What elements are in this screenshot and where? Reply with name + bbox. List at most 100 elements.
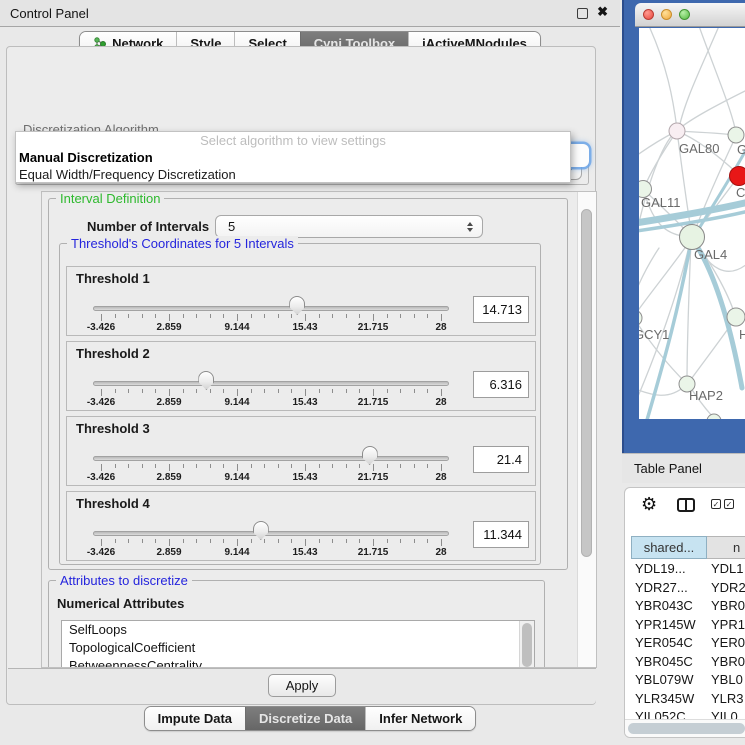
node-label: GAL11: [641, 195, 681, 210]
node-label: GAL4: [694, 247, 727, 262]
column-header-shared[interactable]: shared...: [631, 536, 707, 559]
node-label: HAP2: [689, 388, 723, 403]
threshold-label: Threshold 1: [76, 271, 150, 286]
attributes-group-title: Attributes to discretize: [56, 573, 192, 588]
interval-definition-group: Interval Definition Number of Intervals …: [48, 198, 568, 570]
threshold-label: Threshold 3: [76, 421, 150, 436]
network-svg: GAL80GCGAL11GAL4GCY1HHAP2: [639, 28, 745, 419]
network-edge[interactable]: [649, 28, 677, 129]
node-label: C: [736, 185, 745, 200]
numerical-attributes-label: Numerical Attributes: [57, 596, 184, 611]
settings-scrollbar[interactable]: [577, 192, 596, 667]
node-gal4[interactable]: [680, 225, 705, 250]
list-scrollbar[interactable]: [519, 621, 534, 668]
number-of-intervals-value: 5: [216, 219, 467, 234]
network-edge[interactable]: [679, 28, 719, 128]
slider-handle[interactable]: [362, 446, 378, 465]
threshold-value-input[interactable]: [473, 371, 529, 398]
close-panel-icon[interactable]: ✖: [597, 4, 608, 20]
threshold-2-panel: Threshold 2 -3.4262.8599.14415.4321.7152…: [66, 341, 536, 411]
threshold-1-panel: Threshold 1 -3.4262.8599.14415.4321.7152…: [66, 266, 536, 336]
thresholds-group: Threshold's Coordinates for 5 Intervals …: [59, 243, 541, 565]
node-label: G: [737, 142, 745, 157]
slider-track[interactable]: [93, 456, 449, 461]
dropdown-prompt: Select algorithm to view settings: [16, 132, 570, 149]
table-row[interactable]: YBR043CYBR0: [625, 598, 745, 617]
network-edge[interactable]: [639, 248, 659, 298]
table-row[interactable]: YDR27...YDR2: [625, 580, 745, 599]
number-of-intervals-combobox[interactable]: 5: [215, 215, 483, 238]
node-partial[interactable]: [707, 414, 721, 419]
network-edge[interactable]: [639, 386, 685, 395]
minimize-window-icon[interactable]: [661, 9, 672, 20]
zoom-window-icon[interactable]: [679, 9, 690, 20]
attributes-group: Attributes to discretize Numerical Attri…: [48, 580, 545, 668]
cyni-toolbox-panel: Discretization Algorithm Table Data galF…: [6, 46, 596, 705]
node-gal80[interactable]: [669, 123, 685, 139]
table-row[interactable]: YBR045CYBR0: [625, 654, 745, 673]
threshold-value-input[interactable]: [473, 446, 529, 473]
table-row[interactable]: YDL19...YDL1: [625, 561, 745, 580]
slider-track[interactable]: [93, 381, 449, 386]
node-label: H: [739, 327, 745, 342]
node-label: GCY1: [639, 327, 669, 342]
table-settings-gear-icon[interactable]: ⚙: [641, 493, 657, 515]
number-of-intervals-label: Number of Intervals: [87, 219, 209, 234]
tab-impute-data[interactable]: Impute Data: [145, 707, 245, 730]
settings-scrollpane: Interval Definition Number of Intervals …: [41, 191, 597, 668]
list-item[interactable]: SelfLoops: [62, 621, 534, 639]
node-table-card: ⚙ ✓ ✓ shared... n YDL19...YDL1 YDR27...Y…: [624, 487, 745, 738]
threshold-label: Threshold 2: [76, 346, 150, 361]
network-view-window[interactable]: GAL80GCGAL11GAL4GCY1HHAP2: [622, 0, 745, 453]
close-window-icon[interactable]: [643, 9, 654, 20]
threshold-label: Threshold 4: [76, 496, 150, 511]
screen: Control Panel ✖ Network Style Select Cyn…: [0, 0, 745, 745]
thresholds-group-title: Threshold's Coordinates for 5 Intervals: [67, 236, 298, 251]
settings-scrollbar-thumb[interactable]: [581, 209, 592, 557]
tab-discretize-data[interactable]: Discretize Data: [245, 707, 365, 730]
table-row[interactable]: YBL079WYBL0: [625, 672, 745, 691]
numerical-attributes-list[interactable]: SelfLoops TopologicalCoefficient Between…: [61, 620, 535, 668]
table-scrollbar-thumb[interactable]: [628, 723, 745, 734]
table-panel-title: Table Panel: [634, 461, 702, 476]
split-columns-icon[interactable]: [677, 498, 695, 512]
interval-definition-title: Interval Definition: [56, 191, 164, 206]
network-edge[interactable]: [639, 132, 675, 158]
slider-track[interactable]: [93, 306, 449, 311]
list-item[interactable]: BetweennessCentrality: [62, 657, 534, 668]
threshold-4-panel: Threshold 4 -3.4262.8599.14415.4321.7152…: [66, 491, 536, 561]
threshold-value-input[interactable]: [473, 521, 529, 548]
dropdown-option-equal-width-frequency[interactable]: Equal Width/Frequency Discretization: [16, 166, 570, 183]
table-panel-titlebar: Table Panel: [622, 453, 745, 483]
table-row[interactable]: YPR145WYPR1: [625, 617, 745, 636]
table-horizontal-scrollbar[interactable]: [625, 719, 745, 737]
network-canvas[interactable]: GAL80GCGAL11GAL4GCY1HHAP2: [639, 28, 745, 419]
column-header-name[interactable]: n: [707, 536, 745, 559]
list-scrollbar-thumb[interactable]: [522, 623, 532, 667]
node-top-right[interactable]: [728, 127, 744, 143]
panel-title: Control Panel: [10, 6, 89, 21]
float-window-icon[interactable]: [577, 8, 588, 19]
threshold-3-panel: Threshold 3 -3.4262.8599.14415.4321.7152…: [66, 416, 536, 486]
table-row[interactable]: YER054CYER0: [625, 635, 745, 654]
dropdown-option-manual-discretization[interactable]: Manual Discretization: [16, 149, 570, 166]
table-row[interactable]: YLR345WYLR3: [625, 691, 745, 710]
slider-handle[interactable]: [253, 521, 269, 540]
slider-track[interactable]: [93, 531, 449, 536]
select-all-checkbox-icon[interactable]: ✓: [724, 499, 734, 509]
threshold-value-input[interactable]: [473, 296, 529, 323]
node-gcy1[interactable]: [639, 310, 642, 326]
algorithm-dropdown-popup: Select algorithm to view settings Manual…: [15, 131, 571, 183]
node-red[interactable]: [730, 167, 745, 186]
apply-footer: Apply: [8, 668, 596, 704]
combo-stepper-icon: [467, 222, 473, 232]
apply-button[interactable]: Apply: [268, 674, 337, 697]
slider-handle[interactable]: [198, 371, 214, 390]
tab-infer-network[interactable]: Infer Network: [365, 707, 475, 730]
node-h[interactable]: [727, 308, 745, 326]
slider-handle[interactable]: [289, 296, 305, 315]
control-panel-titlebar: Control Panel ✖: [0, 0, 620, 27]
select-columns-checkbox-icon[interactable]: ✓: [711, 499, 721, 509]
list-item[interactable]: TopologicalCoefficient: [62, 639, 534, 657]
network-window-titlebar[interactable]: [635, 3, 745, 27]
